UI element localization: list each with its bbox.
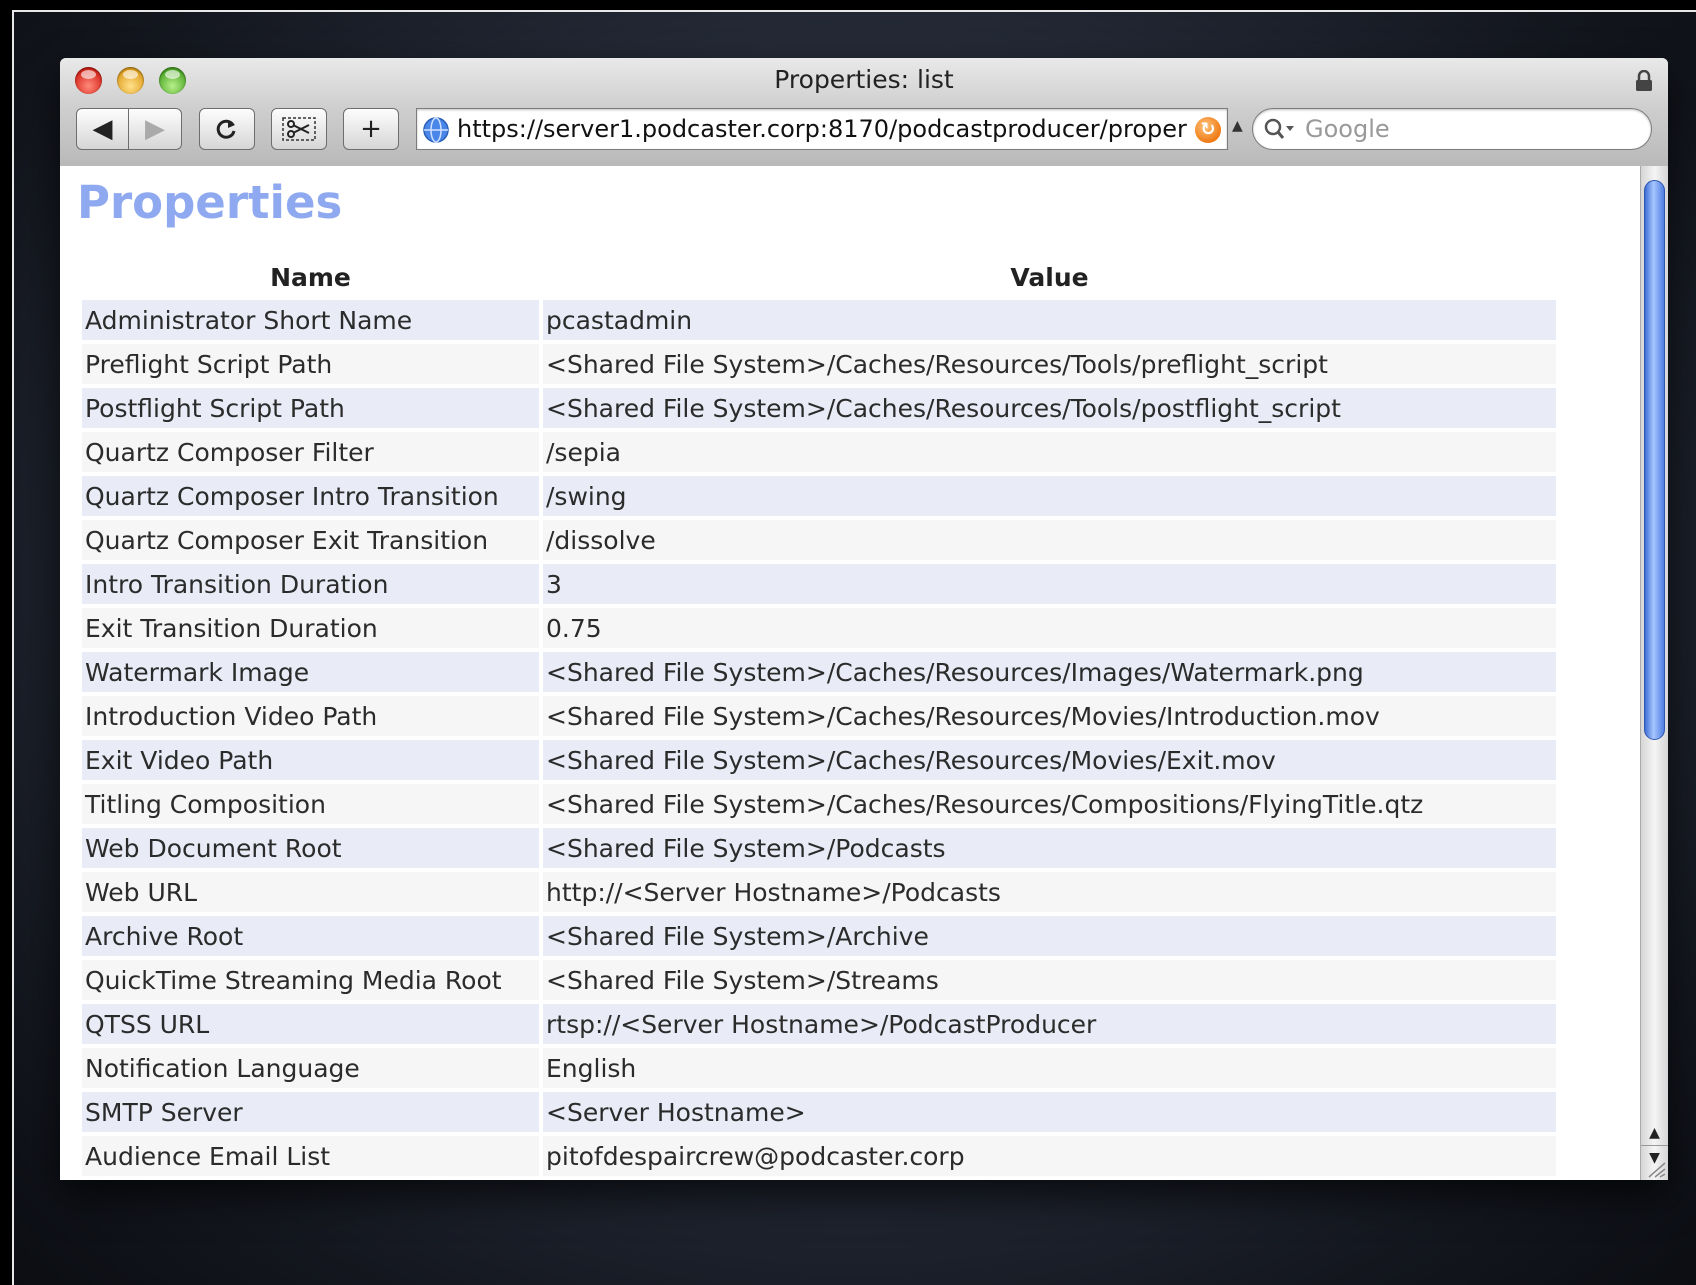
forward-arrow-icon: ▶ (145, 114, 165, 144)
property-value-cell: pcastadmin (543, 300, 1556, 340)
property-value-cell: /dissolve (543, 520, 1556, 560)
table-row: Titling Composition <Shared File System>/… (82, 784, 1556, 824)
property-name-cell: Postflight Script Path (82, 388, 539, 428)
column-header-name: Name (270, 262, 351, 292)
property-name-cell: Intro Transition Duration (82, 564, 539, 604)
table-row: Preflight Script Path <Shared File System… (82, 344, 1556, 384)
table-row: Quartz Composer Filter/sepia (82, 432, 1556, 472)
lock-icon (1636, 70, 1652, 91)
property-value-cell: 3 (543, 564, 1556, 604)
property-value-cell: <Shared File System>/Podcasts (543, 828, 1556, 868)
address-bar[interactable]: https://server1.podcaster.corp:8170/podc… (416, 108, 1228, 150)
table-row: Postflight Script Path <Shared File Syste… (82, 388, 1556, 428)
table-row: QTSS URL rtsp://<Server Hostname>/Podcast… (82, 1004, 1556, 1044)
url-text: https://server1.podcaster.corp:8170/podc… (457, 115, 1187, 143)
reload-button[interactable] (199, 108, 255, 150)
property-name-cell: Preflight Script Path (82, 344, 539, 384)
table-row: Watermark Image <Shared File System>/Cach… (82, 652, 1556, 692)
property-value-cell: <Shared File System>/Caches/Resources/Co… (543, 784, 1556, 824)
property-value-cell: <Server Hostname> (543, 1092, 1556, 1132)
forward-button[interactable]: ▶ (128, 108, 182, 150)
table-row: Notification Language English (82, 1048, 1556, 1088)
resize-grip-icon[interactable] (1646, 1160, 1666, 1178)
reload-icon (216, 119, 236, 139)
property-name-cell: Archive Root (82, 916, 539, 956)
window-title: Properties: list (774, 65, 954, 94)
plus-icon: + (360, 114, 382, 144)
column-header-value: Value (1010, 262, 1089, 292)
table-row: Intro Transition Duration 3 (82, 564, 1556, 604)
property-value-cell: <Shared File System>/Caches/Resources/To… (543, 344, 1556, 384)
property-name-cell: Introduction Video Path (82, 696, 539, 736)
property-name-cell: SMTP Server (82, 1092, 539, 1132)
property-name-cell: Quartz Composer Exit Transition (82, 520, 539, 560)
property-value-cell: /swing (543, 476, 1556, 516)
property-value-cell: <Shared File System>/Archive (543, 916, 1556, 956)
property-name-cell: Web Document Root (82, 828, 539, 868)
property-name-cell: Web URL (82, 872, 539, 912)
property-name-cell: Titling Composition (82, 784, 539, 824)
search-icon (1264, 118, 1294, 139)
back-arrow-icon: ◀ (92, 114, 113, 144)
url-dropdown-icon[interactable]: ▲ (1232, 118, 1243, 134)
property-name-cell: Watermark Image (82, 652, 539, 692)
table-row: Web URL http://<Server Hostname>/Podcasts (82, 872, 1556, 912)
back-button[interactable]: ◀ (76, 108, 129, 150)
property-name-cell: Notification Language (82, 1048, 539, 1088)
property-name-cell: QuickTime Streaming Media Root (82, 960, 539, 1000)
property-value-cell: http://<Server Hostname>/Podcasts (543, 872, 1556, 912)
scissors-icon (282, 117, 316, 141)
table-row: Exit Video Path <Shared File System>/Cach… (82, 740, 1556, 780)
web-clip-button[interactable] (271, 108, 327, 150)
property-value-cell: /sepia (543, 432, 1556, 472)
property-value-cell: <Shared File System>/Caches/Resources/Mo… (543, 696, 1556, 736)
property-value-cell: <Shared File System>/Caches/Resources/To… (543, 388, 1556, 428)
table-row: Quartz Composer Intro Transition/swing (82, 476, 1556, 516)
title-bar: Properties: list ◀ ▶ + https://server1.p… (60, 58, 1668, 167)
rss-icon[interactable]: ↻ (1195, 117, 1221, 143)
property-value-cell: pitofdespaircrew@podcaster.corp (543, 1136, 1556, 1176)
property-name-cell: Administrator Short Name (82, 300, 539, 340)
property-name-cell: Exit Video Path (82, 740, 539, 780)
table-row: QuickTime Streaming Media Root <Shared Fi… (82, 960, 1556, 1000)
page-content: Properties Name Value Administrator Shor… (60, 166, 1640, 1180)
table-row: Audience Email List pitofdespaircrew@podc… (82, 1136, 1556, 1176)
search-placeholder: Google (1305, 115, 1390, 143)
table-row: Introduction Video Path <Shared File Syst… (82, 696, 1556, 736)
property-name-cell: Quartz Composer Intro Transition (82, 476, 539, 516)
scroll-up-arrow-icon[interactable]: ▲ (1641, 1121, 1668, 1145)
property-value-cell: English (543, 1048, 1556, 1088)
globe-icon (423, 117, 449, 143)
property-name-cell: Exit Transition Duration (82, 608, 539, 648)
table-row: Exit Transition Duration 0.75 (82, 608, 1556, 648)
vertical-scrollbar[interactable]: ▲ ▼ (1640, 166, 1668, 1180)
table-row: Administrator Short Name pcastadmin (82, 300, 1556, 340)
table-row: Web Document Root <Shared File System>/Po… (82, 828, 1556, 868)
property-value-cell: 0.75 (543, 608, 1556, 648)
property-value-cell: <Shared File System>/Caches/Resources/Mo… (543, 740, 1556, 780)
property-name-cell: QTSS URL (82, 1004, 539, 1044)
table-row: Archive Root <Shared File System>/Archive (82, 916, 1556, 956)
property-value-cell: <Shared File System>/Caches/Resources/Im… (543, 652, 1556, 692)
property-value-cell: rtsp://<Server Hostname>/PodcastProducer (543, 1004, 1556, 1044)
property-name-cell: Quartz Composer Filter (82, 432, 539, 472)
table-row: SMTP Server <Server Hostname> (82, 1092, 1556, 1132)
browser-window: Properties: list ◀ ▶ + https://server1.p… (60, 58, 1668, 1180)
property-name-cell: Audience Email List (82, 1136, 539, 1176)
search-field[interactable]: Google (1252, 108, 1652, 150)
scrollbar-thumb[interactable] (1644, 180, 1665, 740)
add-bookmark-button[interactable]: + (343, 108, 399, 150)
property-value-cell: <Shared File System>/Streams (543, 960, 1556, 1000)
properties-table: Name Value Administrator Short Name pcast… (78, 254, 1560, 1180)
table-row: Quartz Composer Exit Transition/dissolve (82, 520, 1556, 560)
page-title: Properties (77, 176, 343, 229)
